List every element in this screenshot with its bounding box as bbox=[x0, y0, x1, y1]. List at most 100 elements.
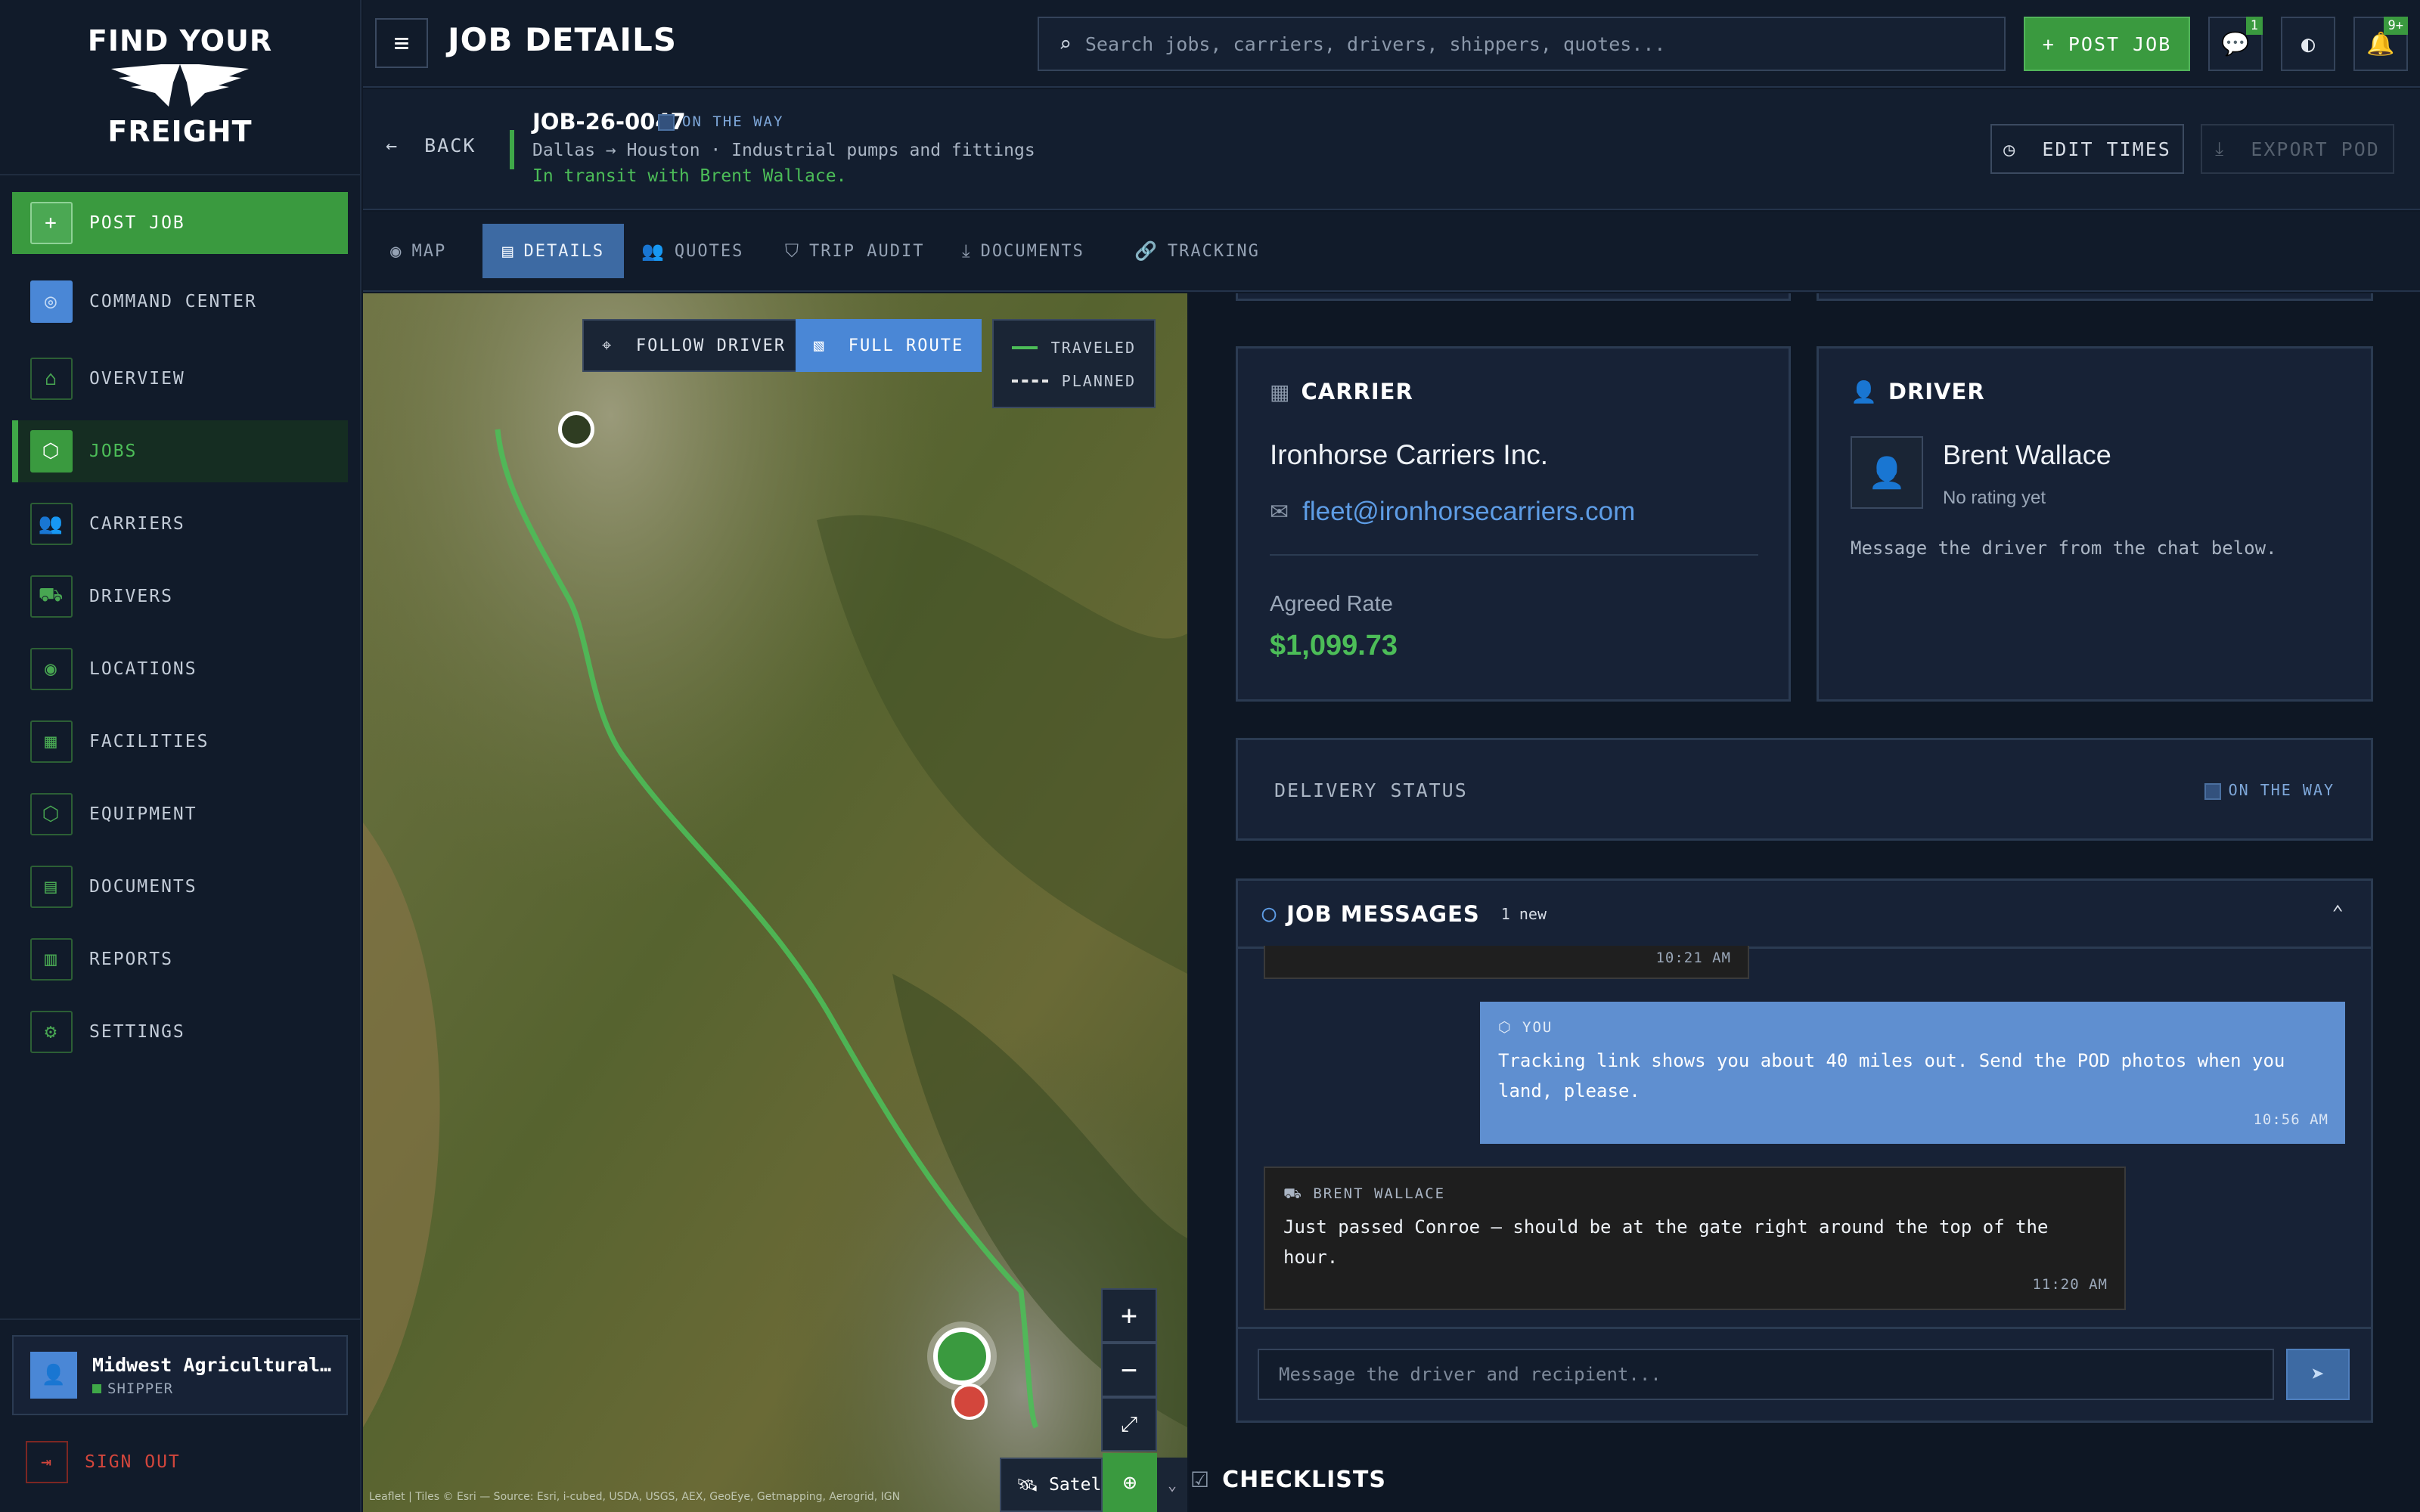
sign-out-label: SIGN OUT bbox=[85, 1452, 181, 1472]
sidebar-item-locations[interactable]: ◉ LOCATIONS bbox=[12, 638, 348, 700]
job-messages-card: ◯ JOB MESSAGES 1 new ⌃ 10:21 AM ⬡ YOU Tr… bbox=[1236, 878, 2373, 1423]
box-icon: ⬡ bbox=[30, 793, 73, 835]
sidebar-item-label: LOCATIONS bbox=[89, 659, 197, 679]
package-icon: ⬡ bbox=[1498, 1019, 1512, 1036]
tab-label: DOCUMENTS bbox=[980, 241, 1084, 261]
layer-select[interactable]: 🛰 Satellite bbox=[1000, 1458, 1103, 1512]
chat-button[interactable]: 💬 1 bbox=[2208, 17, 2263, 71]
edit-times-button[interactable]: ◷ EDIT TIMES bbox=[1990, 124, 2184, 174]
sidebar-item-label: EQUIPMENT bbox=[89, 804, 197, 824]
accent-bar bbox=[510, 130, 514, 169]
sidebar-item-documents[interactable]: ▤ DOCUMENTS bbox=[12, 856, 348, 918]
chevron-up-icon[interactable]: ⌃ bbox=[2332, 902, 2344, 925]
tab-documents[interactable]: ⤓ DOCUMENTS bbox=[942, 224, 1104, 278]
sidebar-item-label: DOCUMENTS bbox=[89, 877, 197, 897]
checklists-label: CHECKLISTS bbox=[1222, 1467, 1386, 1493]
route-map[interactable]: ⌖ FOLLOW DRIVER ▧ FULL ROUTE TRAVELED PL… bbox=[363, 293, 1187, 1512]
user-card[interactable]: 👤 Midwest Agricultural… SHIPPER bbox=[12, 1335, 348, 1415]
fullscreen-button[interactable]: ⤢ bbox=[1101, 1397, 1157, 1452]
messages-title: JOB MESSAGES bbox=[1286, 900, 1480, 927]
map-attribution[interactable]: Leaflet | Tiles © Esri — Source: Esri, i… bbox=[369, 1491, 1004, 1503]
locate-button[interactable]: ⊕ bbox=[1103, 1453, 1157, 1512]
sidebar-item-equipment[interactable]: ⬡ EQUIPMENT bbox=[12, 783, 348, 845]
carrier-email-link[interactable]: ✉ fleet@ironhorsecarriers.com bbox=[1270, 497, 1635, 527]
job-header: ← BACK JOB-26-0047 ON THE WAY Dallas → H… bbox=[363, 89, 2420, 210]
tab-details[interactable]: ▤ DETAILS bbox=[482, 224, 625, 278]
document-icon: ▤ bbox=[502, 240, 515, 262]
sidebar-item-settings[interactable]: ⚙ SETTINGS bbox=[12, 1001, 348, 1063]
tab-quotes[interactable]: 👥 QUOTES bbox=[622, 224, 763, 278]
bar-chart-icon: ▥ bbox=[30, 938, 73, 981]
building-icon: ▦ bbox=[1270, 379, 1291, 404]
chevron-down-icon[interactable]: ⌄ bbox=[1157, 1458, 1187, 1512]
sidebar-item-command-center[interactable]: ◎ COMMAND CENTER bbox=[12, 271, 348, 333]
chat-badge: 1 bbox=[2245, 17, 2263, 35]
brand-logo[interactable]: FIND YOUR FREIGHT bbox=[0, 0, 360, 175]
carrier-title-label: CARRIER bbox=[1301, 379, 1413, 404]
sidebar-item-label: OVERVIEW bbox=[89, 369, 185, 389]
destination-marker[interactable] bbox=[951, 1383, 988, 1420]
messages-header[interactable]: ◯ JOB MESSAGES 1 new ⌃ bbox=[1238, 881, 2371, 949]
export-pod-button[interactable]: ⤓ EXPORT POD bbox=[2201, 124, 2394, 174]
topbar: ≡ JOB DETAILS ⌕ Search jobs, carriers, d… bbox=[363, 0, 2420, 88]
send-button[interactable]: ➤ bbox=[2286, 1349, 2350, 1400]
tab-trip-audit[interactable]: ⛉ TRIP AUDIT bbox=[765, 224, 944, 278]
full-route-button[interactable]: ▧ FULL ROUTE bbox=[796, 319, 982, 372]
sidebar-item-label: POST JOB bbox=[89, 213, 185, 233]
job-route: Dallas → Houston · Industrial pumps and … bbox=[532, 141, 1035, 160]
job-tabs: ◉ MAP ▤ DETAILS 👥 QUOTES ⛉ TRIP AUDIT ⤓ DOCUM… bbox=[363, 212, 2420, 292]
theme-button[interactable]: ◐ bbox=[2281, 17, 2335, 71]
truck-icon: ⛟ bbox=[30, 575, 73, 618]
message-bubble: 10:21 AM bbox=[1264, 946, 1749, 979]
app-root: FIND YOUR FREIGHT + POST JOB ◎ COMMAND C… bbox=[0, 0, 2420, 1512]
checklists-heading: ☑ CHECKLISTS bbox=[1190, 1467, 1386, 1493]
sidebar-item-facilities[interactable]: ▦ FACILITIES bbox=[12, 711, 348, 773]
sidebar-item-reports[interactable]: ▥ REPORTS bbox=[12, 928, 348, 990]
tab-label: MAP bbox=[411, 241, 447, 261]
driver-rating: No rating yet bbox=[1943, 488, 2046, 508]
sidebar-item-label: CARRIERS bbox=[89, 514, 185, 534]
driver-truck-marker[interactable] bbox=[933, 1328, 991, 1385]
expand-icon: ⤢ bbox=[1120, 1411, 1138, 1436]
sidebar-item-jobs[interactable]: ⬡ JOBS bbox=[12, 420, 348, 482]
message-author-label: BRENT WALLACE bbox=[1313, 1185, 1446, 1202]
delivery-status-card: DELIVERY STATUS ON THE WAY bbox=[1236, 738, 2373, 841]
notifications-button[interactable]: 🔔 9+ bbox=[2353, 17, 2408, 71]
edit-times-label: EDIT TIMES bbox=[2042, 138, 2171, 160]
back-label: BACK bbox=[424, 135, 476, 156]
post-job-button[interactable]: + POST JOB bbox=[2024, 17, 2190, 71]
logo-line-1: FIND YOUR bbox=[87, 24, 273, 58]
message-input[interactable] bbox=[1258, 1349, 2274, 1400]
messages-new-count: 1 new bbox=[1500, 904, 1547, 923]
message-time: 11:20 AM bbox=[2032, 1276, 2108, 1293]
zoom-in-button[interactable]: + bbox=[1101, 1288, 1157, 1343]
building-icon: ▦ bbox=[30, 720, 73, 763]
follow-driver-button[interactable]: ⌖ FOLLOW DRIVER bbox=[582, 319, 806, 372]
driver-avatar: 👤 bbox=[1851, 436, 1923, 509]
driver-card: 👤 DRIVER 👤 Brent Wallace No rating yet Me… bbox=[1817, 346, 2373, 702]
message-text: Tracking link shows you about 40 miles o… bbox=[1498, 1050, 2285, 1101]
message-author: ⬡ YOU bbox=[1498, 1012, 2327, 1043]
sidebar-item-post-job[interactable]: + POST JOB bbox=[12, 192, 348, 254]
delivery-status-label: DELIVERY STATUS bbox=[1274, 779, 1468, 801]
palette-icon: ◐ bbox=[2301, 30, 2316, 57]
radar-icon: ◎ bbox=[30, 280, 73, 323]
message-time: 10:21 AM bbox=[1655, 950, 1731, 966]
sidebar-item-carriers[interactable]: 👥 CARRIERS bbox=[12, 493, 348, 555]
zoom-out-button[interactable]: − bbox=[1101, 1343, 1157, 1397]
sign-out-button[interactable]: ⇥ SIGN OUT bbox=[26, 1441, 181, 1483]
sidebar-divider bbox=[0, 1318, 361, 1320]
search-placeholder: Search jobs, carriers, drivers, shippers… bbox=[1084, 33, 1666, 55]
search-input[interactable]: ⌕ Search jobs, carriers, drivers, shippe… bbox=[1038, 17, 2006, 71]
sidebar-item-label: REPORTS bbox=[89, 950, 173, 969]
sidebar-item-overview[interactable]: ⌂ OVERVIEW bbox=[12, 348, 348, 410]
download-icon: ⤓ bbox=[962, 240, 972, 262]
sidebar-item-drivers[interactable]: ⛟ DRIVERS bbox=[12, 565, 348, 627]
clock-icon: ◷ bbox=[2003, 138, 2017, 160]
menu-icon[interactable]: ≡ bbox=[375, 18, 428, 68]
tab-map[interactable]: ◉ MAP bbox=[371, 224, 466, 278]
origin-marker[interactable] bbox=[558, 411, 594, 448]
back-button[interactable]: ← BACK bbox=[386, 135, 476, 156]
tab-tracking[interactable]: 🔗 TRACKING bbox=[1115, 224, 1280, 278]
logo-line-2: FREIGHT bbox=[107, 115, 253, 148]
